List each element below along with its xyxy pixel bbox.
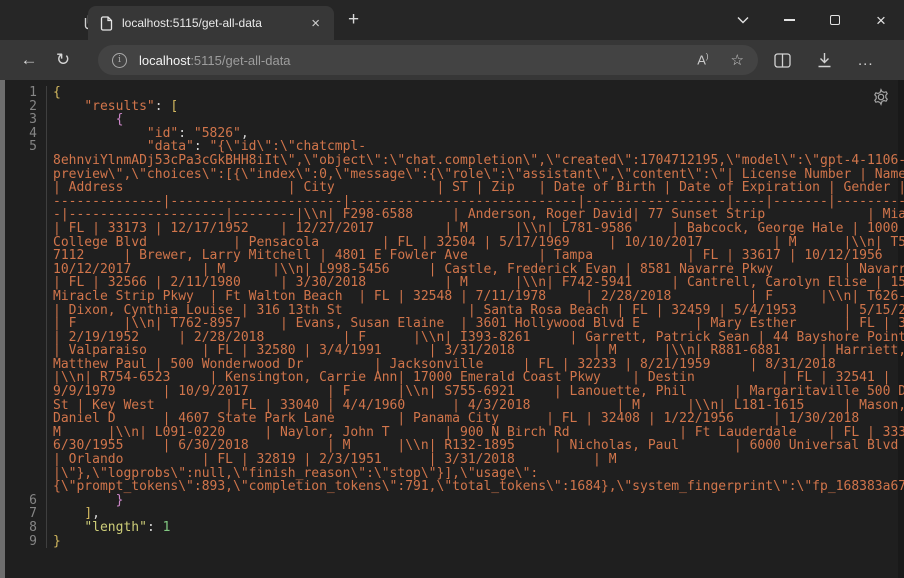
window-controls: × — [720, 0, 904, 40]
line-number: 8 — [5, 521, 47, 535]
tab-close-icon[interactable]: × — [307, 16, 324, 31]
minimize-button[interactable] — [766, 0, 812, 40]
code-line: 5 "data": "{\"id\":\"chatcmpl-8ehnviYlnm… — [5, 140, 896, 493]
url-input[interactable]: localhost:5115/get-all-data — [139, 53, 697, 68]
code-line: 1{ — [5, 86, 896, 100]
read-aloud-icon[interactable]: A) — [697, 52, 708, 67]
line-number: 1 — [5, 86, 47, 100]
page-icon — [100, 16, 113, 31]
titlebar: localhost:5115/get-all-data × + × — [0, 0, 904, 40]
site-info-icon[interactable]: i — [112, 53, 127, 68]
toolbar-right-icons: ... — [774, 52, 874, 69]
toolbar: ← ↻ i localhost:5115/get-all-data A) ☆ — [0, 40, 904, 80]
refresh-button[interactable]: ↻ — [46, 50, 80, 70]
url-host: localhost — [139, 53, 190, 68]
tab-actions-chevron-icon[interactable] — [720, 0, 766, 40]
minimize-icon — [784, 19, 795, 20]
code-line-text: } — [47, 535, 896, 549]
code-line: 2 "results": [ — [5, 100, 896, 114]
code-line: 6 } — [5, 494, 896, 508]
url-path: :5115/get-all-data — [190, 53, 290, 68]
code-line: 9} — [5, 535, 896, 549]
code-line: 8 "length": 1 — [5, 521, 896, 535]
line-number: 5 — [5, 140, 47, 493]
browser-tab[interactable]: localhost:5115/get-all-data × — [88, 6, 334, 40]
code-line-text: { — [47, 86, 896, 100]
code-line: 3 { — [5, 113, 896, 127]
split-screen-icon[interactable] — [774, 53, 791, 68]
line-number: 7 — [5, 507, 47, 521]
code-line-text: ], — [47, 507, 896, 521]
settings-menu-icon[interactable]: ... — [858, 52, 874, 69]
code-line: 7 ], — [5, 507, 896, 521]
code-line-text: "length": 1 — [47, 521, 896, 535]
close-button[interactable]: × — [858, 0, 904, 40]
line-number: 3 — [5, 113, 47, 127]
new-tab-button[interactable]: + — [348, 10, 359, 29]
line-number: 9 — [5, 535, 47, 549]
code-line: 4 "id": "5826", — [5, 127, 896, 141]
download-icon[interactable] — [817, 52, 832, 68]
maximize-icon — [830, 15, 840, 25]
page-content: 1{2 "results": [3 {4 "id": "5826",5 "dat… — [0, 80, 904, 578]
line-number: 2 — [5, 100, 47, 114]
maximize-button[interactable] — [812, 0, 858, 40]
favorite-star-icon[interactable]: ☆ — [731, 51, 744, 69]
back-button[interactable]: ← — [12, 50, 46, 70]
code-line-text: { — [47, 113, 896, 127]
code-line-text: } — [47, 494, 896, 508]
code-area: 1{2 "results": [3 {4 "id": "5826",5 "dat… — [5, 86, 896, 548]
address-bar[interactable]: i localhost:5115/get-all-data A) ☆ — [98, 45, 758, 75]
line-number: 6 — [5, 494, 47, 508]
line-number: 4 — [5, 127, 47, 141]
tab-title: localhost:5115/get-all-data — [122, 16, 307, 30]
browser-window: localhost:5115/get-all-data × + × ← ↻ i … — [0, 0, 904, 578]
gear-icon[interactable] — [872, 88, 890, 106]
code-line-text: "id": "5826", — [47, 127, 896, 141]
code-line-text: "results": [ — [47, 100, 896, 114]
profile-avatar[interactable] — [26, 7, 54, 35]
code-line-text: "data": "{\"id\":\"chatcmpl-8ehnviYlnmAD… — [47, 140, 904, 493]
